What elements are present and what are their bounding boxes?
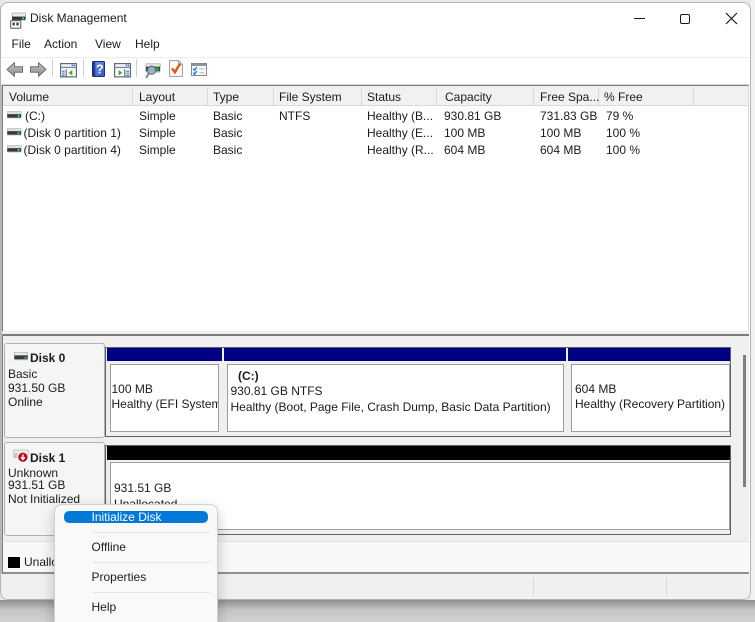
- svg-text:?: ?: [96, 62, 104, 76]
